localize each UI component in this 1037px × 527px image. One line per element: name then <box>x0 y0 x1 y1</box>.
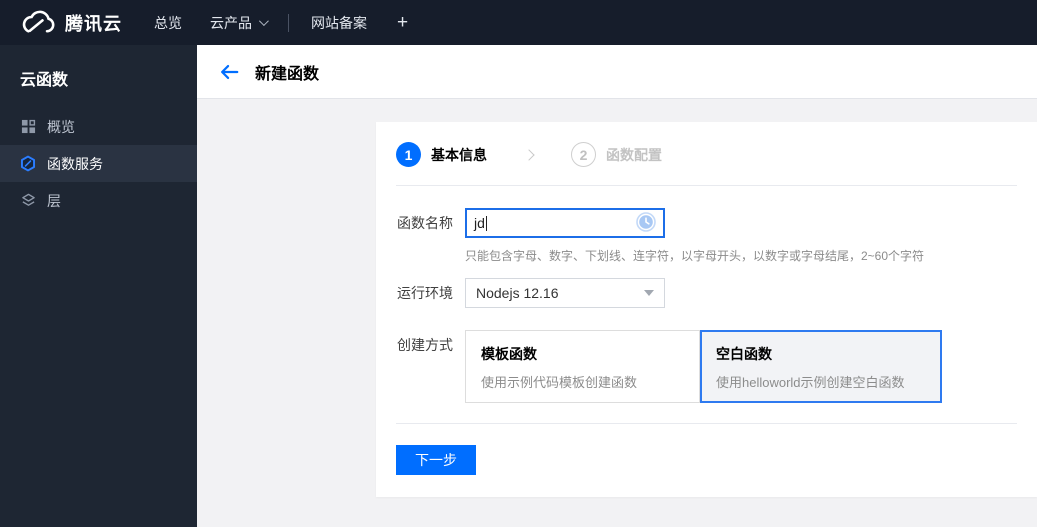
function-name-label: 函数名称 <box>397 215 453 231</box>
create-method-blank-card[interactable]: 空白函数 使用helloworld示例创建空白函数 <box>700 330 942 403</box>
layers-icon <box>20 193 36 209</box>
step-indicator: 1 基本信息 2 函数配置 <box>376 122 1037 185</box>
chevron-right-icon <box>523 148 535 161</box>
top-navigation: 总览 云产品 网站备案 + <box>140 0 424 45</box>
runtime-select[interactable]: Nodejs 12.16 <box>465 278 665 308</box>
tencent-cloud-logo[interactable]: 腾讯云 <box>0 10 122 36</box>
create-function-card: 1 基本信息 2 函数配置 函数名称 jd 只能包含字母、数字、下划线、连字符，… <box>376 122 1037 497</box>
cloud-logo-icon <box>20 10 56 36</box>
create-method-template-card[interactable]: 模板函数 使用示例代码模板创建函数 <box>465 330 700 403</box>
sidebar-item-label: 概览 <box>47 118 75 135</box>
page-header: 新建函数 <box>197 45 1037 99</box>
back-arrow-icon <box>221 64 239 79</box>
brand-name: 腾讯云 <box>65 13 122 34</box>
step-1-label: 基本信息 <box>431 146 487 163</box>
next-step-button[interactable]: 下一步 <box>396 445 476 475</box>
nav-divider <box>288 13 289 32</box>
create-method-options: 模板函数 使用示例代码模板创建函数 空白函数 使用helloworld示例创建空… <box>465 330 942 403</box>
nav-website-icp-label: 网站备案 <box>311 14 367 31</box>
runtime-label: 运行环境 <box>397 285 453 301</box>
nav-overview-label: 总览 <box>154 14 182 31</box>
sidebar-item-label: 函数服务 <box>47 155 103 172</box>
sidebar-title: 云函数 <box>20 72 69 89</box>
nav-cloud-products[interactable]: 云产品 <box>196 0 280 45</box>
text-caret <box>485 215 487 231</box>
topbar: 腾讯云 总览 云产品 网站备案 + <box>0 0 1037 45</box>
validating-clock-icon <box>636 211 656 235</box>
blank-card-title: 空白函数 <box>716 346 772 362</box>
sidebar-item-scf-services[interactable]: 函数服务 <box>0 145 197 182</box>
function-name-field: jd 只能包含字母、数字、下划线、连字符，以字母开头，以数字或字母结尾，2~60… <box>465 208 924 264</box>
runtime-select-value: Nodejs 12.16 <box>476 285 559 301</box>
plus-icon: + <box>397 11 409 33</box>
template-card-title: 模板函数 <box>481 346 537 362</box>
nav-cloud-products-label: 云产品 <box>210 14 252 31</box>
function-name-row: 函数名称 jd 只能包含字母、数字、下划线、连字符，以字母开头，以数字或字母结尾… <box>397 208 1037 264</box>
function-name-help: 只能包含字母、数字、下划线、连字符，以字母开头，以数字或字母结尾，2~60个字符 <box>465 249 925 263</box>
chevron-down-icon <box>258 16 269 27</box>
create-method-label: 创建方式 <box>397 337 453 353</box>
template-card-desc: 使用示例代码模板创建函数 <box>481 375 638 390</box>
function-name-value: jd <box>474 215 485 231</box>
footer-actions: 下一步 <box>376 424 1037 475</box>
overview-grid-icon <box>20 119 36 135</box>
runtime-row: 运行环境 Nodejs 12.16 <box>397 278 1037 308</box>
content-area: 1 基本信息 2 函数配置 函数名称 jd 只能包含字母、数字、下划线、连字符，… <box>197 100 1037 527</box>
function-name-input[interactable]: jd <box>465 208 665 238</box>
nav-website-icp[interactable]: 网站备案 <box>297 0 381 45</box>
basic-info-form: 函数名称 jd 只能包含字母、数字、下划线、连字符，以字母开头，以数字或字母结尾… <box>376 186 1037 403</box>
blank-card-desc: 使用helloworld示例创建空白函数 <box>716 375 905 390</box>
nav-overview[interactable]: 总览 <box>140 0 196 45</box>
page-title: 新建函数 <box>255 65 320 83</box>
add-tab-button[interactable]: + <box>381 0 424 45</box>
step-2-label: 函数配置 <box>606 146 662 163</box>
create-method-row: 创建方式 模板函数 使用示例代码模板创建函数 空白函数 使用helloworld… <box>397 330 1037 403</box>
sidebar-item-overview[interactable]: 概览 <box>0 108 197 145</box>
sidebar-item-label: 层 <box>47 192 61 209</box>
scf-hexagon-icon <box>20 155 36 172</box>
sidebar-item-layers[interactable]: 层 <box>0 182 197 219</box>
step-1-circle: 1 <box>396 142 421 167</box>
step-2-circle: 2 <box>571 142 596 167</box>
back-button[interactable] <box>218 61 240 83</box>
sidebar: 云函数 概览 函数服务 层 <box>0 45 197 527</box>
dropdown-caret-icon <box>644 290 654 296</box>
